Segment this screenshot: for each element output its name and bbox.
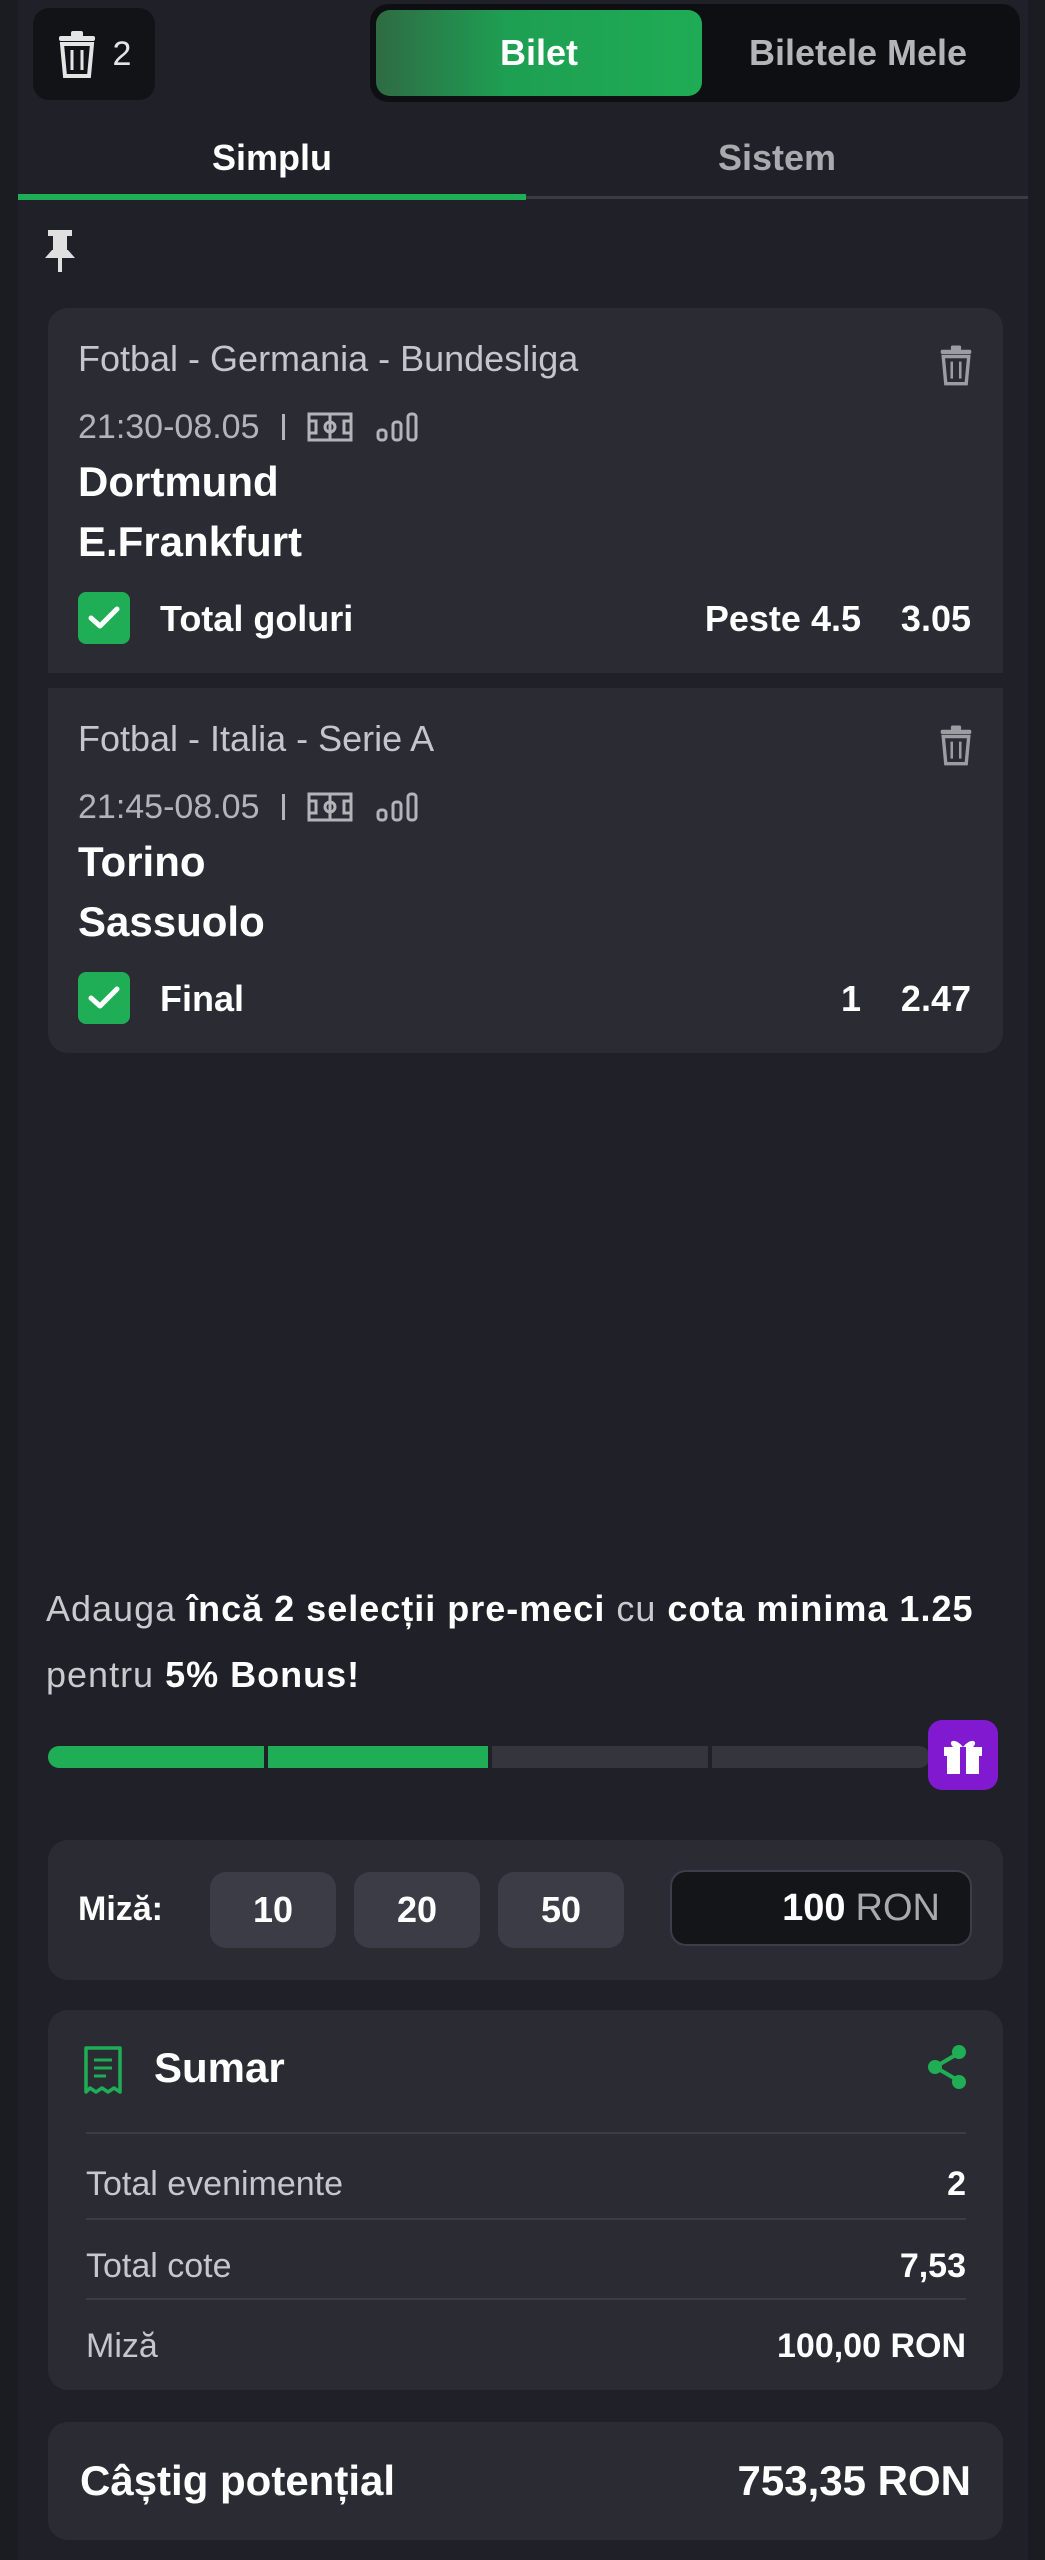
pick-label: 1 [840, 978, 861, 1019]
active-tab-indicator [18, 194, 526, 200]
field-icon[interactable] [307, 792, 353, 822]
league-label: Fotbal - Germania - Bundesliga [78, 338, 579, 379]
summary-row: Total cote 7,53 [86, 2236, 966, 2296]
league-label: Fotbal - Italia - Serie A [78, 718, 435, 759]
summary-row-label: Miză [86, 2326, 158, 2365]
odd-value: 3.05 [900, 598, 971, 639]
clear-slip-button[interactable]: 2 [33, 8, 155, 100]
summary-row-value: 2 [947, 2164, 966, 2203]
promo-text: cu [605, 1588, 668, 1629]
bonus-progress-bar [48, 1746, 930, 1768]
bonus-progress-fill [48, 1746, 489, 1768]
market-name: Final [160, 978, 245, 1019]
event-meta: 21:45-08.05 [78, 784, 419, 830]
stats-icon[interactable] [375, 412, 419, 442]
away-team: Sassuolo [78, 898, 265, 945]
trash-icon [58, 31, 95, 78]
event-datetime: 21:45-08.05 [78, 787, 260, 826]
separator [281, 414, 285, 440]
trash-icon [940, 725, 972, 766]
bonus-promo-text: Adauga încă 2 selecții pre-meci cu cota … [46, 1576, 1006, 1708]
tab-bilet[interactable]: Bilet [376, 10, 702, 96]
bet-card: Fotbal - Germania - Bundesliga 21:30-08.… [48, 308, 1003, 673]
stats-icon[interactable] [375, 792, 419, 822]
summary-row-value: 7,53 [899, 2246, 966, 2285]
share-icon [928, 2045, 966, 2089]
bonus-gift-button[interactable] [928, 1720, 998, 1790]
trash-icon [940, 345, 972, 386]
bet-card: Fotbal - Italia - Serie A 21:45-08.05 To… [48, 688, 1003, 1053]
stake-input[interactable]: 100 RON [670, 1870, 972, 1946]
field-icon[interactable] [307, 412, 353, 442]
stake-panel: Miză: 10 20 50 100 RON [48, 1840, 1003, 1980]
summary-title: Sumar [154, 2044, 285, 2091]
stake-chip-10[interactable]: 10 [210, 1872, 336, 1948]
remove-selection-button[interactable] [939, 344, 973, 391]
progress-segment-divider [708, 1746, 712, 1768]
divider [86, 2218, 966, 2220]
summary-panel: Sumar Total evenimente 2 Total cote 7,53… [48, 2010, 1003, 2390]
summary-row-value: 100,00 RON [777, 2326, 966, 2365]
event-datetime: 21:30-08.05 [78, 407, 260, 446]
stake-amount: 100 [782, 1886, 846, 1929]
odd-value: 2.47 [900, 978, 971, 1019]
slip-toggle: Bilet Biletele Mele [370, 4, 1020, 102]
bet-type-tabs: Simplu Sistem [18, 120, 1028, 200]
separator [281, 794, 285, 820]
gift-icon [944, 1740, 982, 1774]
progress-segment-divider [264, 1746, 268, 1768]
stake-chip-50[interactable]: 50 [498, 1872, 624, 1948]
promo-highlight: încă 2 selecții pre-meci [187, 1588, 606, 1629]
pick-label: Peste 4.5 [704, 598, 861, 639]
potential-winnings-label: Câștig potențial [80, 2457, 396, 2504]
potential-winnings-value: 753,35 RON [737, 2457, 971, 2504]
pin-icon[interactable] [42, 228, 78, 279]
selection-checkbox[interactable] [78, 592, 130, 644]
receipt-icon [82, 2046, 124, 2099]
away-team: E.Frankfurt [78, 518, 303, 565]
summary-row-label: Total evenimente [86, 2164, 344, 2203]
promo-highlight: cota minima 1.25 [667, 1588, 974, 1629]
tab-simplu[interactable]: Simplu [18, 120, 526, 196]
progress-segment-divider [488, 1746, 492, 1768]
share-button[interactable] [925, 2044, 969, 2095]
promo-text: Adauga [46, 1588, 188, 1629]
potential-winnings: Câștig potențial 753,35 RON [48, 2422, 1003, 2540]
tab-biletele-mele[interactable]: Biletele Mele [702, 10, 1014, 96]
promo-text: pentru [46, 1654, 166, 1695]
promo-highlight: 5% Bonus! [165, 1654, 361, 1695]
tab-sistem[interactable]: Sistem [526, 120, 1028, 196]
stake-chip-20[interactable]: 20 [354, 1872, 480, 1948]
summary-row-label: Total cote [86, 2246, 232, 2285]
summary-row: Miză 100,00 RON [86, 2316, 966, 2376]
market-name: Total goluri [160, 598, 354, 639]
selection-count: 2 [112, 34, 132, 73]
event-meta: 21:30-08.05 [78, 404, 419, 450]
stake-currency: RON [855, 1886, 940, 1929]
check-icon [88, 986, 120, 1009]
home-team: Torino [78, 838, 206, 885]
stake-label: Miză: [78, 1890, 163, 1928]
summary-row: Total evenimente 2 [86, 2154, 966, 2214]
divider [86, 2132, 966, 2134]
check-icon [88, 606, 120, 629]
remove-selection-button[interactable] [939, 724, 973, 771]
divider [86, 2298, 966, 2300]
home-team: Dortmund [78, 458, 279, 505]
selection-checkbox[interactable] [78, 972, 130, 1024]
